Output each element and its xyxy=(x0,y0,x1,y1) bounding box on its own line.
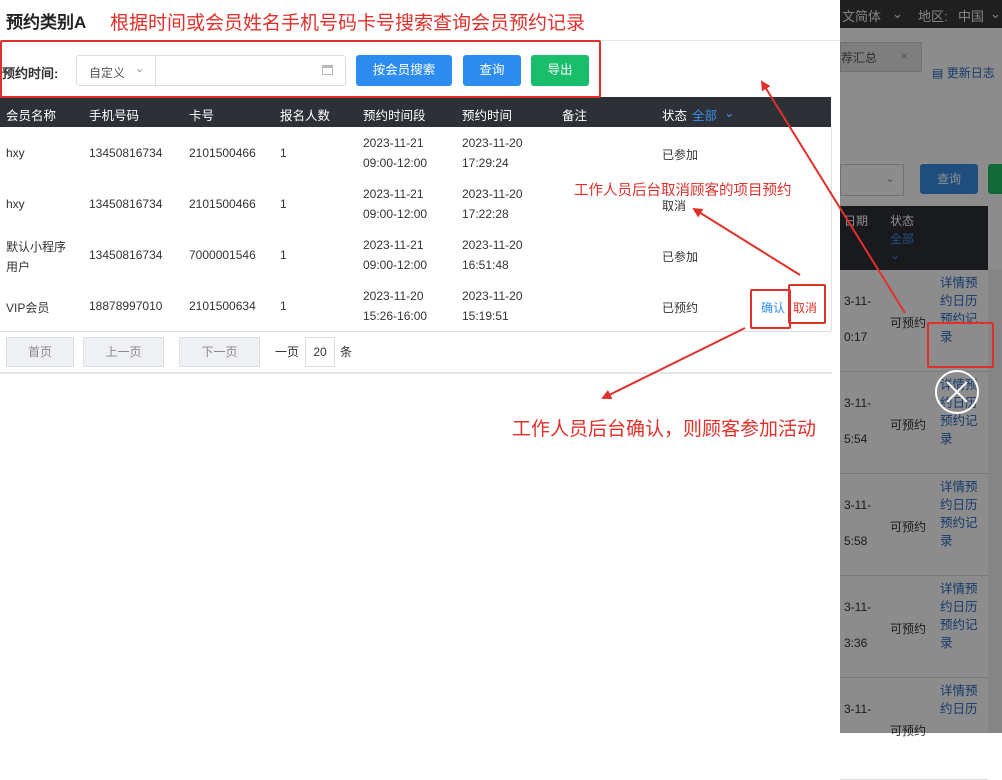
arrow-to-toolbar xyxy=(760,80,906,314)
arrow-to-cancel-status xyxy=(692,207,801,276)
arrow-to-confirm-note xyxy=(601,327,746,399)
annotation-arrows xyxy=(601,80,906,399)
